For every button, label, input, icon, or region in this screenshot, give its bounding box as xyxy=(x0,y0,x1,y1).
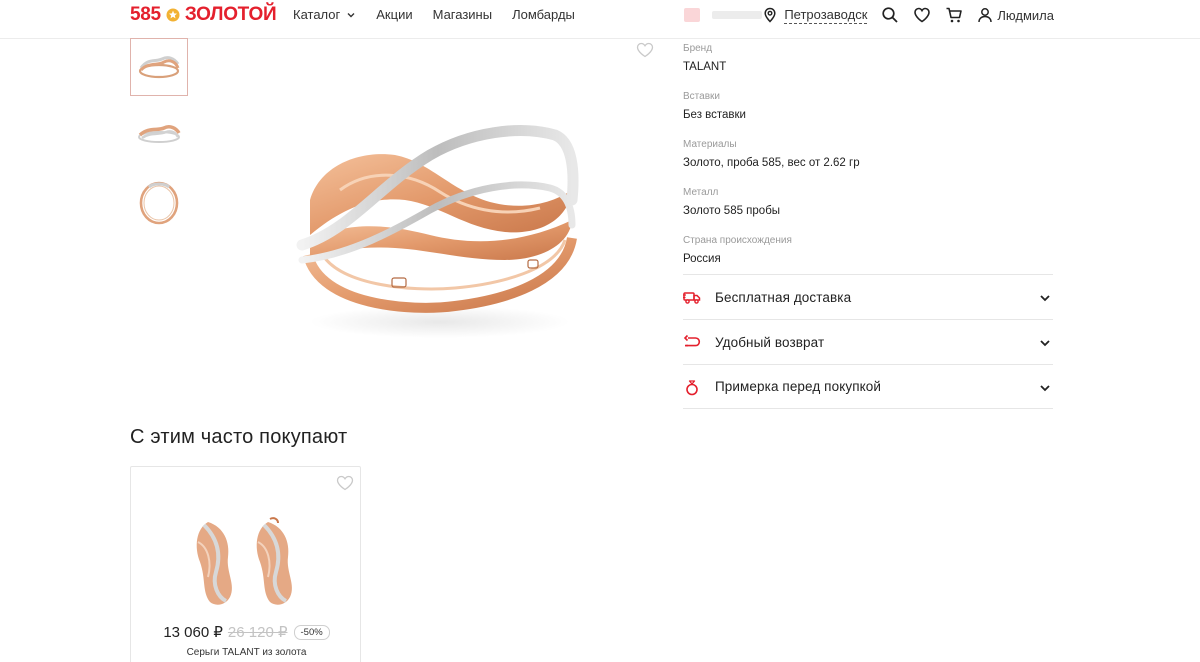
header-actions: Петрозаводск Людмила xyxy=(762,6,1054,24)
info-accordion: Бесплатная доставка Удобный возврат Прим… xyxy=(683,274,1053,409)
user-name: Людмила xyxy=(997,7,1054,23)
spec-label: Вставки xyxy=(683,91,720,102)
ring-front-thumb xyxy=(138,56,180,79)
product-card[interactable]: 13 060 ₽ 26 120 ₽ -50% Серьги TALANT из … xyxy=(130,466,361,662)
ring-top-thumb xyxy=(139,181,179,225)
related-section-title: С этим часто покупают xyxy=(130,426,348,448)
user-icon xyxy=(978,8,993,23)
spec-inserts: Вставки Без вставки xyxy=(683,90,1053,125)
nav-promotions[interactable]: Акции xyxy=(376,7,412,22)
truck-icon xyxy=(683,292,701,304)
spec-label: Страна происхождения xyxy=(683,235,792,246)
spec-brand: Бренд TALANT xyxy=(683,42,1053,77)
logo[interactable]: 585 ЗОЛОТОЙ xyxy=(130,4,277,26)
accordion-return[interactable]: Удобный возврат xyxy=(683,319,1053,364)
spec-label: Металл xyxy=(683,187,719,198)
spec-value: Без вставки xyxy=(683,109,746,121)
user-account[interactable]: Людмила xyxy=(977,7,1054,23)
ring-icon xyxy=(686,379,698,395)
nav-catalog[interactable]: Каталог xyxy=(293,7,356,22)
spec-materials: Материалы Золото, проба 585, вес от 2.62… xyxy=(683,138,1053,173)
nav-catalog-label: Каталог xyxy=(293,7,341,22)
logo-star-icon xyxy=(166,8,180,22)
nav-pawnshops[interactable]: Ломбарды xyxy=(512,7,575,22)
chevron-down-icon xyxy=(347,12,355,17)
accordion-delivery[interactable]: Бесплатная доставка xyxy=(683,274,1053,319)
main-nav: Каталог Акции Магазины Ломбарды xyxy=(293,7,595,22)
spec-value: Россия xyxy=(683,253,721,265)
return-arrow-icon xyxy=(683,334,701,347)
logo-number: 585 xyxy=(130,4,161,25)
accordion-try-on[interactable]: Примерка перед покупкой xyxy=(683,364,1053,409)
old-price: 26 120 ₽ xyxy=(227,624,288,641)
thumbnail-3[interactable] xyxy=(130,174,188,232)
city-selector[interactable]: Петрозаводск xyxy=(762,6,868,24)
discount-badge: -50% xyxy=(293,624,330,640)
add-to-wishlist-icon[interactable] xyxy=(636,42,654,58)
heart-icon[interactable] xyxy=(913,6,931,24)
product-name[interactable]: Серьги TALANT из золота xyxy=(131,647,362,658)
city-label: Петрозаводск xyxy=(784,6,868,24)
thumbnail-1[interactable] xyxy=(130,38,188,96)
gallery-thumbnails xyxy=(130,38,188,242)
spec-label: Материалы xyxy=(683,139,737,150)
accordion-label: Примерка перед покупкой xyxy=(715,379,882,394)
spec-value: Золото 585 пробы xyxy=(683,205,781,217)
current-price: 13 060 ₽ xyxy=(163,624,223,641)
earrings-image xyxy=(196,517,292,605)
cart-icon[interactable] xyxy=(945,6,963,24)
spec-label: Бренд xyxy=(683,43,713,54)
spec-value: TALANT xyxy=(683,61,727,73)
accordion-label: Бесплатная доставка xyxy=(715,289,852,305)
logo-word: ЗОЛОТОЙ xyxy=(184,4,277,25)
faded-header-element xyxy=(684,7,774,23)
location-pin-icon xyxy=(764,7,776,23)
add-to-wishlist-icon[interactable] xyxy=(336,475,354,491)
product-specifications: Бренд TALANT Вставки Без вставки Материа… xyxy=(683,42,1053,282)
spec-metal: Металл Золото 585 пробы xyxy=(683,186,1053,221)
nav-stores[interactable]: Магазины xyxy=(433,7,493,22)
site-header: 585 ЗОЛОТОЙ Каталог Акции Магазины Ломба… xyxy=(0,0,1200,39)
nav-promotions-label: Акции xyxy=(376,7,413,22)
chevron-down-icon xyxy=(1040,385,1050,392)
spec-value: Золото, проба 585, вес от 2.62 гр xyxy=(683,157,860,169)
price-row: 13 060 ₽ 26 120 ₽ -50% xyxy=(131,623,362,641)
search-icon[interactable] xyxy=(881,6,899,24)
accordion-label: Удобный возврат xyxy=(715,334,825,350)
chevron-down-icon xyxy=(1040,295,1050,302)
thumbnail-2[interactable] xyxy=(130,106,188,164)
product-main-image xyxy=(296,125,579,338)
ring-side-thumb xyxy=(138,125,181,143)
spec-country: Страна происхождения Россия xyxy=(683,234,1053,269)
chevron-down-icon xyxy=(1040,340,1050,347)
nav-stores-label: Магазины xyxy=(432,7,493,22)
nav-pawnshops-label: Ломбарды xyxy=(512,7,575,22)
